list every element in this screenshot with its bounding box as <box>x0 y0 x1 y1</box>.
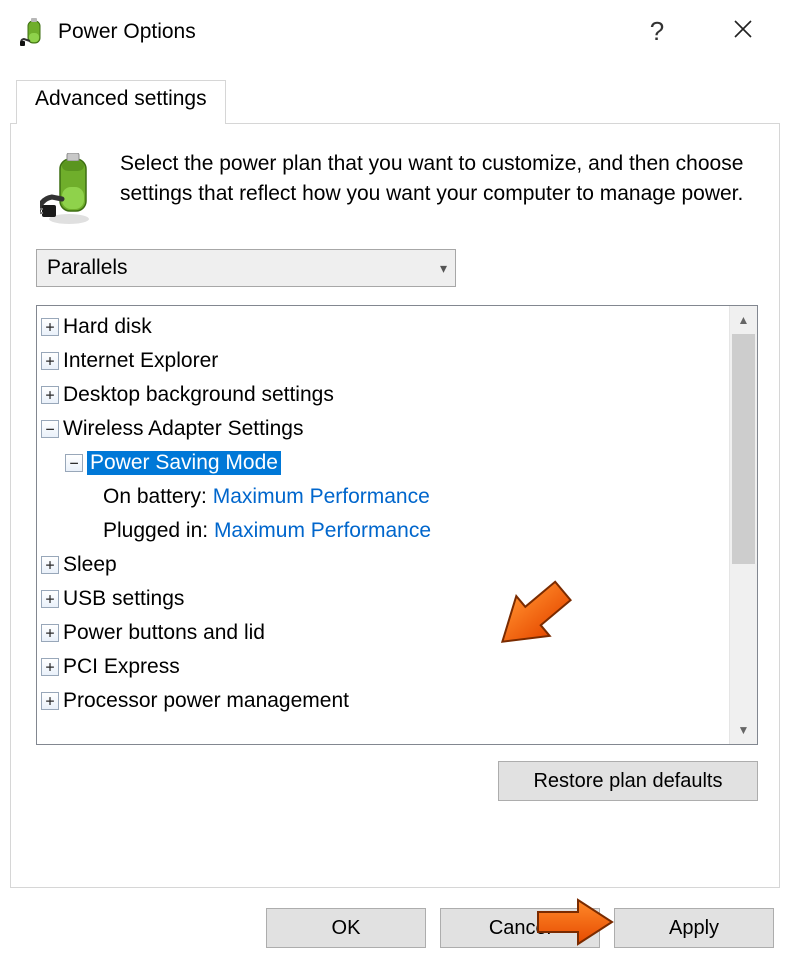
tab-advanced-settings[interactable]: Advanced settings <box>16 80 226 124</box>
expand-icon[interactable] <box>41 624 59 642</box>
expand-icon[interactable] <box>41 352 59 370</box>
description-text: Select the power plan that you want to c… <box>120 149 758 225</box>
restore-defaults-button[interactable]: Restore plan defaults <box>498 761 758 801</box>
scroll-down-button[interactable]: ▼ <box>730 716 757 744</box>
tree-node-processor-power[interactable]: Processor power management <box>39 684 727 718</box>
tree-scrollbar[interactable]: ▲ ▼ <box>729 306 757 744</box>
tree-node-power-buttons-and-lid[interactable]: Power buttons and lid <box>39 616 727 650</box>
scroll-up-button[interactable]: ▲ <box>730 306 757 334</box>
tree-leaf-plugged-in[interactable]: Plugged in: Maximum Performance <box>39 514 727 548</box>
ok-button[interactable]: OK <box>266 908 426 948</box>
selected-node-label: Power Saving Mode <box>87 451 281 475</box>
expand-icon[interactable] <box>41 590 59 608</box>
settings-tree: Hard disk Internet Explorer Desktop back… <box>36 305 758 745</box>
power-plan-selected: Parallels <box>47 256 128 280</box>
collapse-icon[interactable] <box>41 420 59 438</box>
expand-icon[interactable] <box>41 658 59 676</box>
power-plan-dropdown[interactable]: Parallels ▾ <box>36 249 456 287</box>
close-button[interactable] <box>728 19 758 45</box>
expand-icon[interactable] <box>41 386 59 404</box>
tree-node-hard-disk[interactable]: Hard disk <box>39 310 727 344</box>
dialog-buttons: OK Cancel Apply <box>0 908 790 948</box>
window-title: Power Options <box>58 20 196 44</box>
cancel-button[interactable]: Cancel <box>440 908 600 948</box>
chevron-down-icon: ▾ <box>440 260 447 277</box>
apply-button[interactable]: Apply <box>614 908 774 948</box>
expand-icon[interactable] <box>41 556 59 574</box>
expand-icon[interactable] <box>41 692 59 710</box>
expand-icon[interactable] <box>41 318 59 336</box>
tab-panel: Select the power plan that you want to c… <box>10 123 780 888</box>
tree-leaf-on-battery[interactable]: On battery: Maximum Performance <box>39 480 727 514</box>
battery-plug-icon <box>40 153 98 225</box>
plugged-in-value[interactable]: Maximum Performance <box>214 519 431 543</box>
on-battery-value[interactable]: Maximum Performance <box>213 485 430 509</box>
tree-node-pci-express[interactable]: PCI Express <box>39 650 727 684</box>
tree-node-power-saving-mode[interactable]: Power Saving Mode <box>39 446 727 480</box>
tree-node-internet-explorer[interactable]: Internet Explorer <box>39 344 727 378</box>
help-button[interactable]: ? <box>642 16 672 47</box>
tree-node-desktop-background[interactable]: Desktop background settings <box>39 378 727 412</box>
titlebar: Power Options ? <box>0 0 790 60</box>
tab-strip: Advanced settings <box>10 80 780 124</box>
power-options-icon <box>18 17 48 47</box>
scroll-thumb[interactable] <box>732 334 755 564</box>
collapse-icon[interactable] <box>65 454 83 472</box>
tree-node-usb-settings[interactable]: USB settings <box>39 582 727 616</box>
tree-node-sleep[interactable]: Sleep <box>39 548 727 582</box>
power-options-dialog: PCrisk.com Power Options ? Advanced sett… <box>0 0 790 962</box>
tree-node-wireless-adapter[interactable]: Wireless Adapter Settings <box>39 412 727 446</box>
